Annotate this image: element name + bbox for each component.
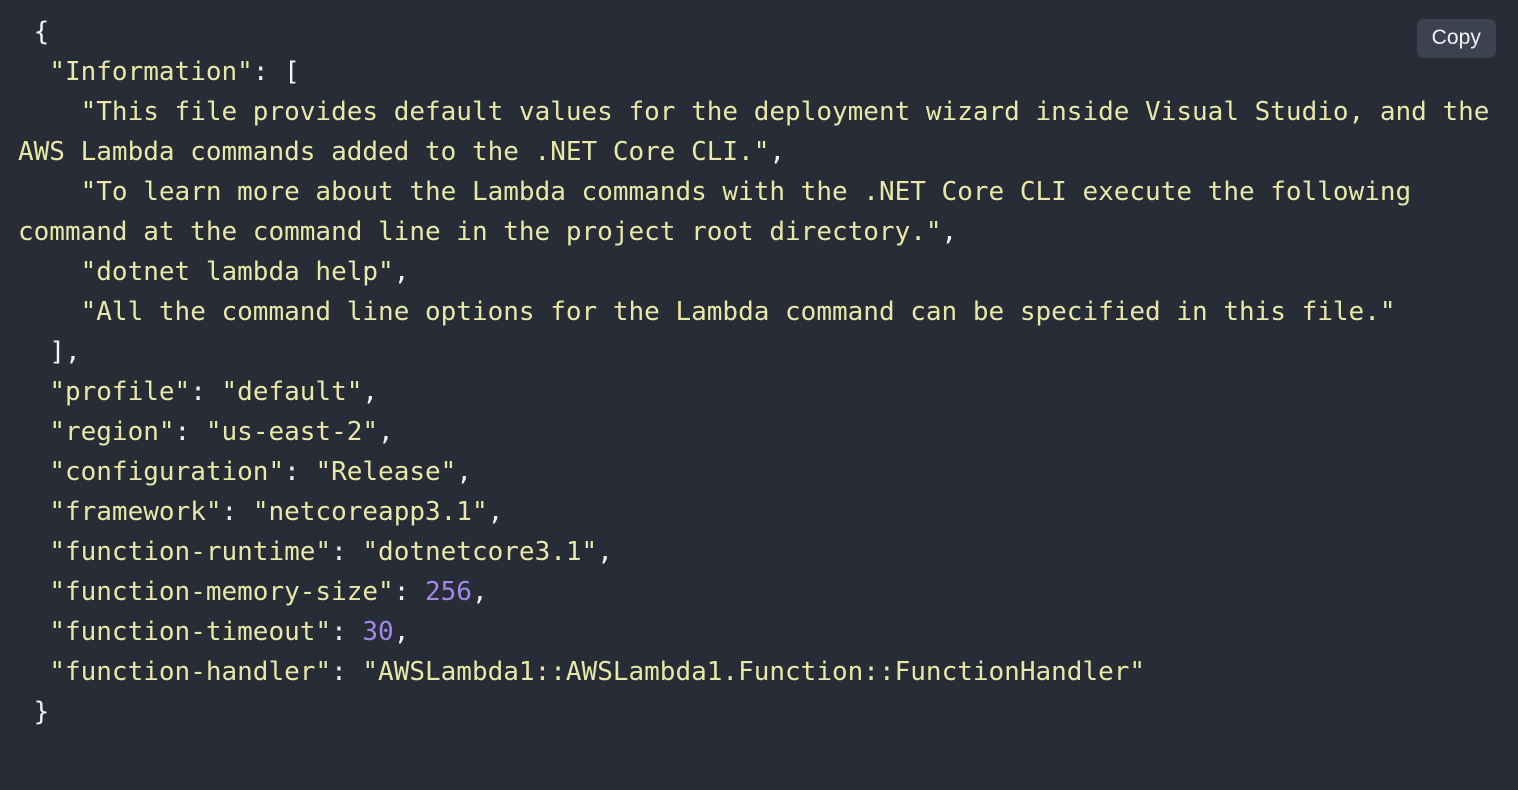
code-token-key: "configuration": [49, 457, 285, 487]
code-line: ],: [18, 337, 81, 367]
code-token-str: "dotnet lambda help": [80, 257, 394, 287]
code-token-key: "function-handler": [49, 657, 332, 687]
code-token-key: "region": [49, 417, 175, 447]
code-token-key: "profile": [49, 377, 191, 407]
code-token-str: "dotnetcore3.1": [362, 537, 598, 567]
code-token-punct: ,: [487, 497, 504, 527]
code-token-punct: : [: [252, 57, 300, 87]
code-line: "profile": "default",: [18, 377, 378, 407]
code-token-key: "function-runtime": [49, 537, 332, 567]
code-token-punct: ,: [471, 577, 488, 607]
code-token-str: "us-east-2": [205, 417, 379, 447]
code-block-panel: Copy { "Information": [ "This file provi…: [0, 0, 1518, 790]
copy-button[interactable]: Copy: [1416, 19, 1496, 58]
code-token-punct: }: [33, 697, 50, 727]
code-token-punct: ,: [456, 457, 472, 487]
code-line: "All the command line options for the La…: [18, 297, 1396, 327]
code-token-punct: ,: [393, 617, 410, 647]
code-token-punct: :: [331, 617, 363, 647]
code-line: "function-runtime": "dotnetcore3.1",: [18, 537, 613, 567]
code-token-punct: :: [284, 457, 316, 487]
code-token-punct: :: [174, 417, 206, 447]
code-token-punct: ],: [49, 337, 81, 367]
code-token-str: "All the command line options for the La…: [80, 297, 1396, 327]
code-token-key: "function-timeout": [49, 617, 332, 647]
code-token-str: "Release": [315, 457, 457, 487]
code-token-key: "Information": [49, 57, 253, 87]
code-line: "configuration": "Release",: [18, 457, 472, 487]
code-token-key: "function-memory-size": [49, 577, 394, 607]
code-line: }: [18, 697, 50, 727]
code-token-num: 256: [425, 577, 472, 607]
code-token-str: "netcoreapp3.1": [252, 497, 488, 527]
code-line: "dotnet lambda help",: [18, 257, 410, 287]
code-token-punct: :: [331, 537, 363, 567]
code-line: "To learn more about the Lambda commands…: [18, 177, 1427, 247]
json-code-content[interactable]: { "Information": [ "This file provides d…: [0, 12, 1518, 732]
code-token-punct: ,: [393, 257, 410, 287]
code-token-punct: {: [33, 17, 50, 47]
code-line: "function-memory-size": 256,: [18, 577, 488, 607]
code-line: "function-timeout": 30,: [18, 617, 409, 647]
code-token-punct: :: [221, 497, 253, 527]
code-token-punct: :: [393, 577, 425, 607]
code-token-str: "default": [221, 377, 363, 407]
code-line: {: [18, 17, 50, 47]
code-token-punct: ,: [941, 217, 958, 247]
code-token-punct: ,: [769, 137, 786, 167]
code-line: "framework": "netcoreapp3.1",: [18, 497, 503, 527]
code-line: "function-handler": "AWSLambda1::AWSLamb…: [18, 657, 1145, 687]
code-token-punct: ,: [378, 417, 394, 447]
code-token-str: "To learn more about the Lambda commands…: [18, 177, 1427, 247]
code-line: "Information": [: [18, 57, 300, 87]
code-token-num: 30: [362, 617, 394, 647]
code-token-punct: ,: [597, 537, 613, 567]
code-token-punct: :: [331, 657, 363, 687]
code-token-punct: :: [190, 377, 222, 407]
code-line: "This file provides default values for t…: [18, 97, 1505, 167]
code-token-str: "AWSLambda1::AWSLambda1.Function::Functi…: [362, 657, 1146, 687]
code-line: "region": "us-east-2",: [18, 417, 394, 447]
code-token-str: "This file provides default values for t…: [18, 97, 1506, 167]
code-token-key: "framework": [49, 497, 222, 527]
code-token-punct: ,: [362, 377, 379, 407]
